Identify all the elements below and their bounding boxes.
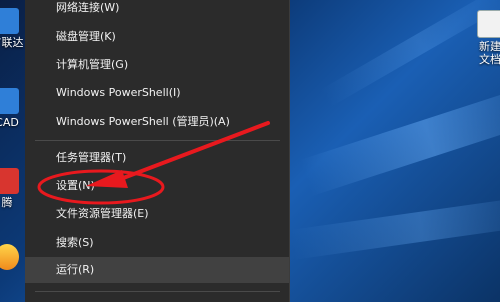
desktop-icon-cad[interactable]: CAD [0, 88, 28, 129]
tencent-app-icon [0, 168, 19, 194]
menu-item-file-explorer[interactable]: 文件资源管理器(E) [25, 201, 289, 227]
menu-item-run[interactable]: 运行(R) [25, 257, 289, 283]
menu-item-disk-management[interactable]: 磁盘管理(K) [25, 24, 289, 50]
menu-item-task-manager[interactable]: 任务管理器(T) [25, 145, 289, 171]
menu-item-powershell[interactable]: Windows PowerShell(I) [25, 80, 289, 106]
cad-app-icon [0, 88, 19, 114]
desktop-icon-label: 广联达 [0, 36, 24, 49]
menu-separator [35, 140, 280, 141]
menu-item-search[interactable]: 搜索(S) [25, 230, 289, 256]
quick-link-menu: 网络连接(W) 磁盘管理(K) 计算机管理(G) Windows PowerSh… [25, 0, 290, 302]
desktop-icon-label: CAD [0, 116, 19, 129]
new-document-icon [477, 10, 500, 38]
glodon-app-icon [0, 8, 19, 34]
desktop-icon-new-document[interactable]: 新建 文档 [470, 10, 500, 66]
desktop-icon-label: 腾 [1, 196, 13, 209]
menu-item-network-connections[interactable]: 网络连接(W) [25, 0, 289, 21]
desktop-icon-app[interactable] [0, 244, 28, 272]
desktop-icon-tencent[interactable]: 腾 [0, 168, 28, 209]
desktop-icon-label-line1: 新建 [479, 40, 500, 53]
menu-item-powershell-admin[interactable]: Windows PowerShell (管理员)(A) [25, 109, 289, 135]
menu-separator [35, 291, 280, 292]
menu-item-settings[interactable]: 设置(N) [25, 173, 289, 199]
desktop-icon-glodon[interactable]: 广联达 [0, 8, 28, 49]
menu-item-computer-management[interactable]: 计算机管理(G) [25, 52, 289, 78]
desktop-icon-label-line2: 文档 [479, 53, 500, 66]
wallpaper-light-ray [290, 193, 500, 260]
app-icon [0, 244, 19, 270]
